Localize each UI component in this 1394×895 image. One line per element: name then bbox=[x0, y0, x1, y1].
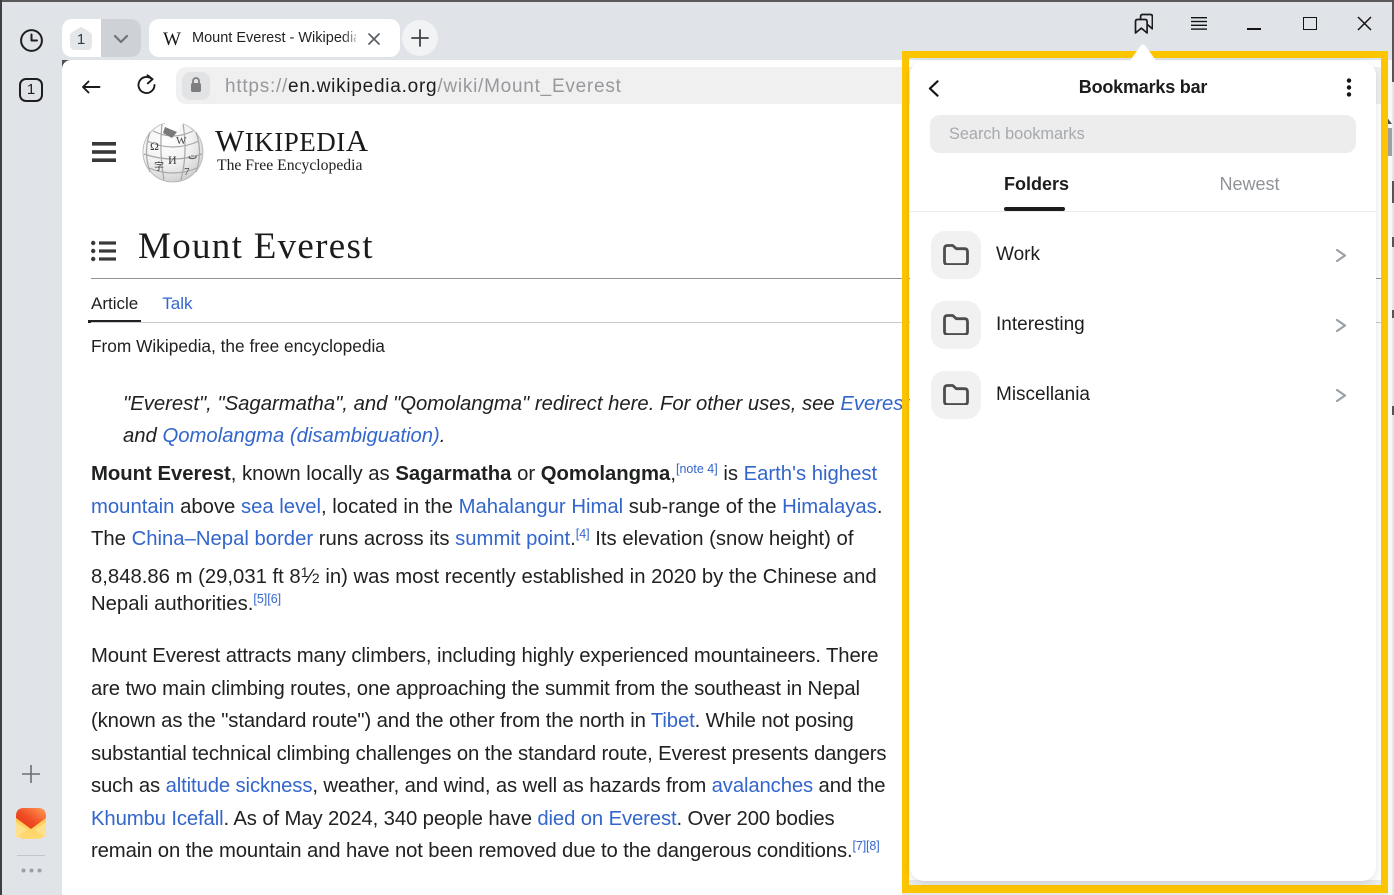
svg-text:Ω: Ω bbox=[150, 139, 159, 153]
svg-text:И: И bbox=[168, 153, 177, 167]
svg-text:1: 1 bbox=[77, 31, 85, 48]
svg-text:W: W bbox=[176, 135, 187, 147]
svg-text:7: 7 bbox=[184, 166, 190, 178]
svg-text:字: 字 bbox=[154, 160, 164, 173]
svg-text:ت: ت bbox=[188, 151, 197, 162]
